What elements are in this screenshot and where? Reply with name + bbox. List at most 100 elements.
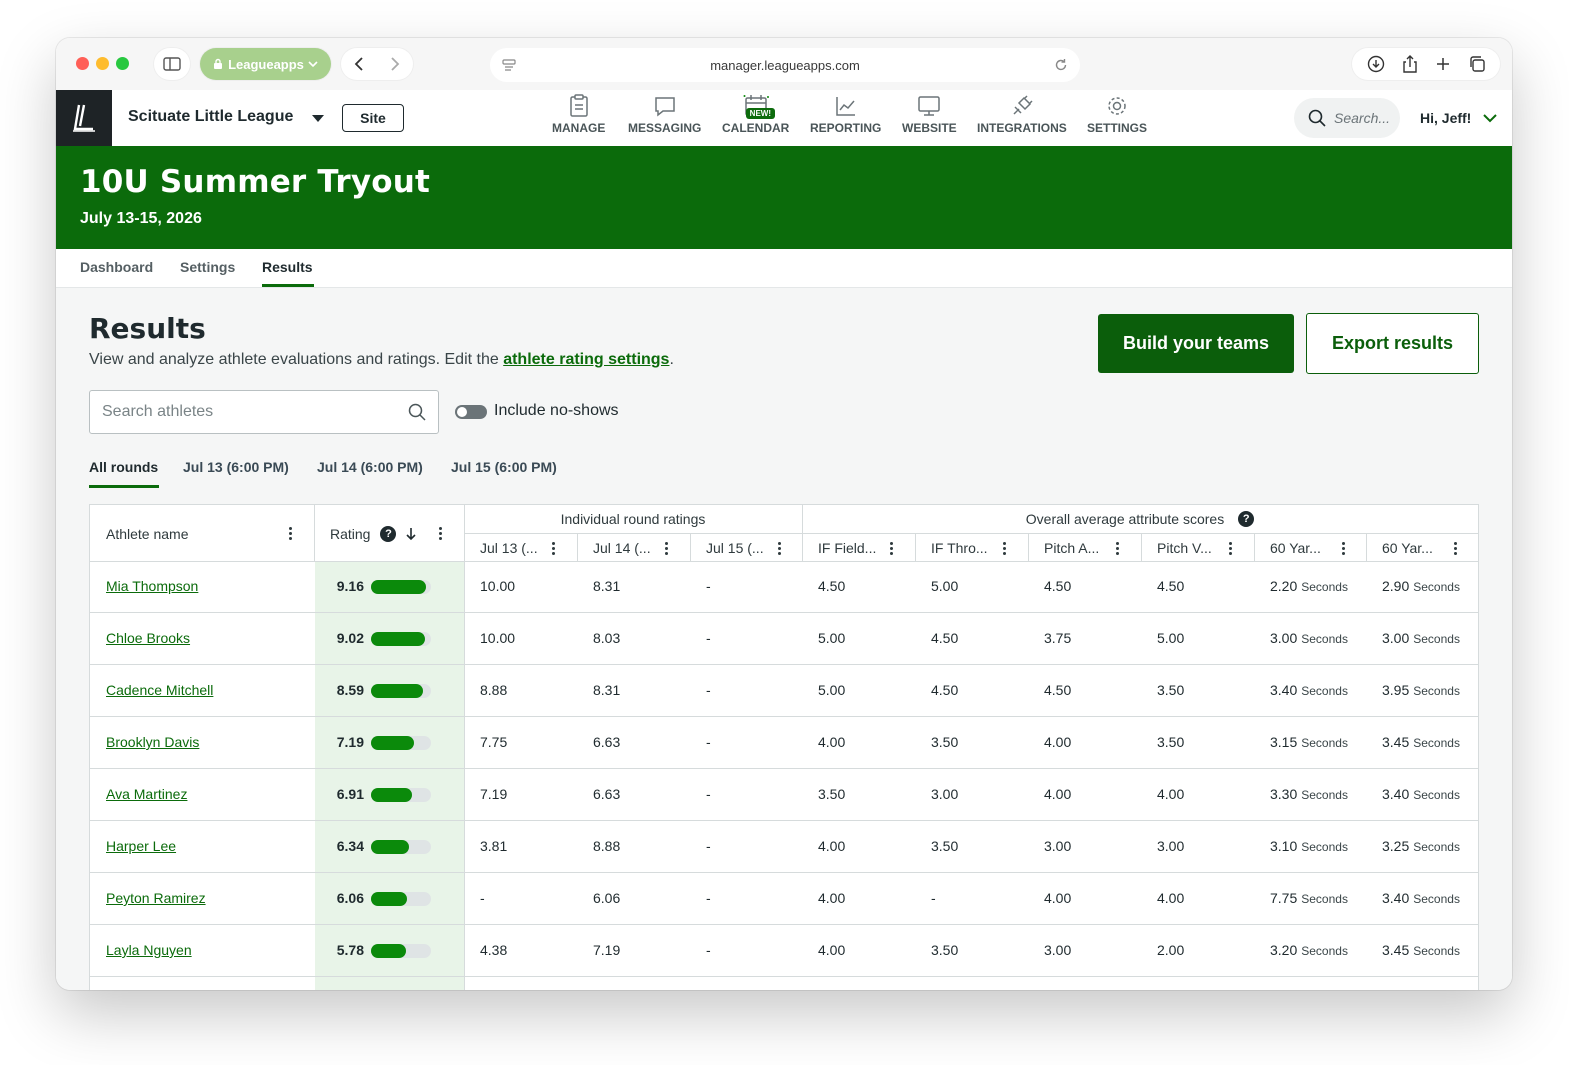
address-bar[interactable]: manager.leagueapps.com	[490, 48, 1080, 82]
column-menu-icon[interactable]	[552, 542, 555, 555]
column-menu-icon[interactable]	[665, 542, 668, 555]
athlete-name-link[interactable]: Peyton Ramirez	[106, 890, 206, 906]
score-cell-text: 4.50	[1044, 682, 1072, 698]
nav-settings[interactable]: SETTINGS	[1087, 94, 1147, 135]
sub-header-9[interactable]: 60 Yar...	[1382, 540, 1433, 556]
sub-header-1[interactable]: Jul 13 (...	[480, 540, 538, 556]
athlete-name-link-text[interactable]: Chloe Brooks	[106, 630, 190, 646]
athlete-name-link-text[interactable]: Harper Lee	[106, 838, 176, 854]
athlete-name-menu-icon[interactable]	[289, 527, 292, 540]
score-cell-text: 4.00	[818, 890, 846, 906]
share-icon[interactable]	[1402, 55, 1418, 73]
time-cell: 3.20 Seconds	[1270, 942, 1348, 958]
sub-header-7[interactable]: Pitch V...	[1157, 540, 1212, 556]
leagueapps-logo[interactable]	[56, 90, 112, 146]
global-search[interactable]: Search...	[1294, 98, 1400, 138]
athlete-name-link[interactable]: Ava Martinez	[106, 786, 187, 802]
export-results-button[interactable]: Export results	[1306, 313, 1479, 374]
athlete-name-link[interactable]: Cadence Mitchell	[106, 682, 213, 698]
rating-header[interactable]: Rating ?	[330, 526, 417, 542]
tab-group-button[interactable]: Leagueapps	[200, 48, 331, 80]
score-cell-text: 8.31	[593, 682, 621, 698]
sub-header-8[interactable]: 60 Yar...	[1270, 540, 1321, 556]
athlete-name-link-text[interactable]: Mia Thompson	[106, 578, 198, 594]
tab-round-jul-15[interactable]: Jul 15 (6:00 PM)	[451, 459, 557, 475]
athlete-name-link-text[interactable]: Layla Nguyen	[106, 942, 192, 958]
nav-calendar[interactable]: NEW! CALENDAR	[722, 94, 789, 135]
athlete-name-link-text[interactable]: Cadence Mitchell	[106, 682, 213, 698]
site-button[interactable]: Site	[342, 104, 404, 132]
nav-reporting[interactable]: REPORTING	[810, 94, 881, 135]
nav-website[interactable]: WEBSITE	[902, 94, 957, 135]
help-icon[interactable]: ?	[380, 526, 397, 542]
build-teams-button[interactable]: Build your teams	[1098, 314, 1294, 373]
column-divider	[915, 533, 916, 561]
tab-dashboard[interactable]: Dashboard	[80, 259, 153, 275]
nav-manage[interactable]: MANAGE	[552, 94, 605, 135]
time-cell: 3.45 Seconds	[1382, 734, 1460, 750]
back-icon[interactable]	[354, 57, 366, 71]
nav-integrations[interactable]: INTEGRATIONS	[977, 94, 1067, 135]
download-icon[interactable]	[1367, 55, 1385, 73]
athlete-search-placeholder: Search athletes	[102, 403, 214, 420]
new-tab-icon[interactable]	[1435, 56, 1451, 72]
tab-settings[interactable]: Settings	[180, 259, 235, 275]
athlete-name-link-text[interactable]: Brooklyn Davis	[106, 734, 199, 750]
help-icon[interactable]: ?	[1238, 511, 1255, 527]
user-menu[interactable]: Hi, Jeff!	[1420, 110, 1497, 126]
organization-name[interactable]: Scituate Little League	[128, 108, 293, 126]
score-cell: 4.00	[1044, 890, 1071, 906]
athlete-name-header[interactable]: Athlete name	[106, 526, 189, 542]
score-cell: 7.19	[593, 942, 620, 958]
athlete-name-link-text[interactable]: Peyton Ramirez	[106, 890, 206, 906]
include-no-shows-toggle[interactable]	[455, 405, 487, 419]
close-window-button[interactable]	[76, 57, 89, 70]
sidebar-toggle-button[interactable]	[154, 48, 190, 80]
sort-descending-icon[interactable]	[405, 527, 417, 541]
column-menu-icon[interactable]	[890, 542, 893, 555]
lock-icon	[214, 58, 223, 69]
column-menu-icon[interactable]	[1003, 542, 1006, 555]
tab-round-jul-13[interactable]: Jul 13 (6:00 PM)	[183, 459, 289, 475]
nav-messaging[interactable]: MESSAGING	[628, 94, 701, 135]
tab-round-jul-14[interactable]: Jul 14 (6:00 PM)	[317, 459, 423, 475]
athlete-name-link[interactable]: Brooklyn Davis	[106, 734, 199, 750]
sub-header-4[interactable]: IF Field...	[818, 540, 876, 556]
athlete-name-link[interactable]: Chloe Brooks	[106, 630, 190, 646]
score-cell-text: 3.50	[931, 734, 959, 750]
athlete-name-link[interactable]: Harper Lee	[106, 838, 176, 854]
page-settings-icon[interactable]	[502, 58, 516, 72]
row-divider	[464, 533, 1478, 534]
tabs-overview-icon[interactable]	[1468, 55, 1486, 73]
score-cell-text: 3.50	[1157, 734, 1185, 750]
column-menu-icon[interactable]	[1116, 542, 1119, 555]
athlete-search-input[interactable]: Search athletes	[89, 390, 439, 434]
reload-icon[interactable]	[1054, 58, 1068, 72]
forward-icon[interactable]	[388, 57, 400, 71]
column-menu-icon[interactable]	[1454, 542, 1457, 555]
athlete-name-link[interactable]: Layla Nguyen	[106, 942, 192, 958]
organization-dropdown-icon[interactable]	[312, 115, 324, 122]
tab-results[interactable]: Results	[262, 259, 313, 275]
athlete-name-link-text[interactable]: Ava Martinez	[106, 786, 187, 802]
rating-menu-icon[interactable]	[439, 527, 442, 540]
sub-header-2[interactable]: Jul 14 (...	[593, 540, 651, 556]
athlete-name-link[interactable]: Mia Thompson	[106, 578, 198, 594]
time-cell-text: 3.40	[1382, 786, 1410, 802]
column-menu-icon[interactable]	[1342, 542, 1345, 555]
time-cell: 3.15 Seconds	[1270, 734, 1348, 750]
sub-header-6[interactable]: Pitch A...	[1044, 540, 1099, 556]
sub-header-label: 60 Yar...	[1382, 540, 1433, 556]
rating-settings-link[interactable]: athlete rating settings	[503, 351, 669, 368]
column-menu-icon[interactable]	[1229, 542, 1232, 555]
rating-bar	[371, 632, 431, 646]
sub-header-3[interactable]: Jul 15 (...	[706, 540, 764, 556]
score-cell: -	[931, 890, 936, 906]
column-menu-icon[interactable]	[778, 542, 781, 555]
sub-header-5[interactable]: IF Thro...	[931, 540, 988, 556]
results-content: Results View and analyze athlete evaluat…	[56, 288, 1512, 990]
tab-all-rounds[interactable]: All rounds	[89, 459, 158, 475]
score-cell: 3.00	[1157, 838, 1184, 854]
minimize-window-button[interactable]	[96, 57, 109, 70]
zoom-window-button[interactable]	[116, 57, 129, 70]
